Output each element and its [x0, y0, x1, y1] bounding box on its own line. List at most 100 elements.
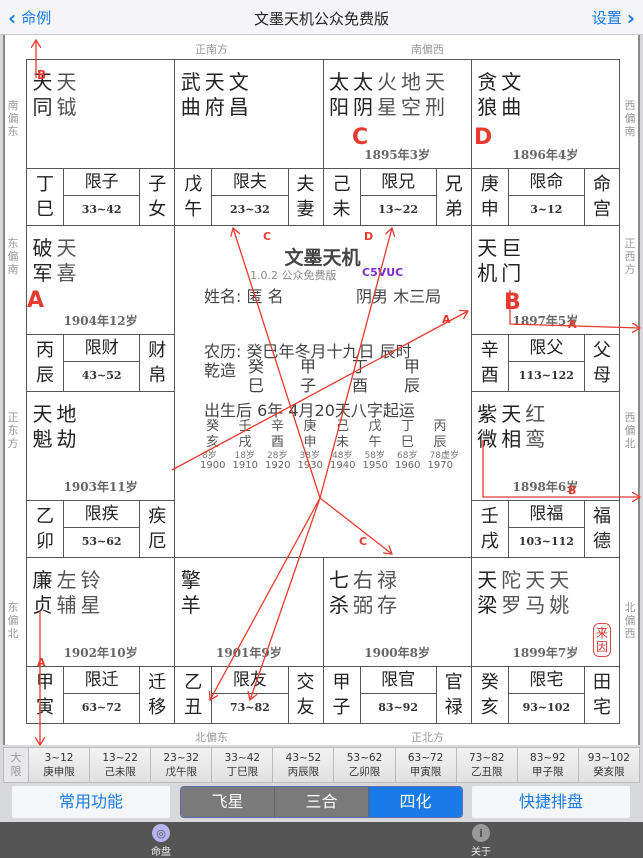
direction-label: 南偏东 [7, 99, 19, 138]
palace-zi[interactable]: 七杀右 弼禄存 1900年8岁 甲子 限官 83~92 官禄 [322, 557, 472, 724]
tab-bar: ◎ 命盘 i 关于 [0, 822, 643, 858]
palace-footer: 己未 限兄 13~22 兄弟 [323, 168, 471, 225]
star: 七杀 [329, 568, 350, 617]
quick-chart-button[interactable]: 快捷排盘 [472, 786, 630, 818]
limit-label: 限兄 [360, 169, 436, 196]
limit-label: 限官 [360, 667, 436, 694]
palace-footer: 乙卯 限疾 53~62 疾厄 [27, 500, 175, 557]
star: 地空 [401, 70, 422, 119]
palace-mao[interactable]: 天魁地劫 1903年11岁 乙卯 限疾 53~62 疾厄 [26, 391, 176, 558]
palace-ganzhi: 甲子 [324, 667, 361, 723]
palace-year: 1895年3岁 [364, 148, 430, 162]
limit-label: 限财 [64, 335, 140, 362]
daxian-item[interactable]: 43~52 丙辰限 [273, 748, 335, 782]
star: 天姚 [549, 568, 571, 617]
limit-label: 限子 [64, 169, 140, 196]
limit-ages: 83~92 [378, 701, 419, 714]
palace-hai[interactable]: 天梁陀 罗天 马天姚 1899年7岁来因 癸亥 限宅 93~102 田宅 [470, 557, 620, 724]
palace-ganzhi: 戊午 [175, 169, 213, 225]
palace-ganzhi: 乙丑 [175, 667, 213, 723]
palace-limit: 限命 3~12 [508, 169, 585, 225]
info-icon: i [472, 824, 490, 842]
daxian-item[interactable]: 13~22 己未限 [90, 748, 152, 782]
limit-ages: 73~82 [229, 701, 270, 714]
palace-ganzhi: 癸亥 [472, 667, 509, 723]
palace-footer: 丁巳 限子 33~42 子女 [27, 168, 175, 225]
star: 陀罗 [501, 568, 523, 617]
palace-limit: 限子 33~42 [64, 169, 141, 225]
direction-label: 正北方 [411, 731, 444, 744]
palace-name: 夫妻 [296, 174, 315, 220]
daxian-item[interactable]: 83~92 甲子限 [517, 748, 579, 782]
star: 天府 [204, 70, 226, 119]
palace-footer: 壬戌 限福 103~112 福德 [471, 500, 619, 557]
daxian-item[interactable]: 93~102 癸亥限 [578, 748, 639, 782]
palace-year: 1903年11岁 [63, 480, 138, 494]
palace-limit: 限福 103~112 [508, 501, 585, 557]
palace-name: 兄弟 [444, 174, 463, 220]
palace-name: 父母 [593, 340, 611, 386]
daxian-item[interactable]: 23~32 戊午限 [151, 748, 213, 782]
tab-mingpan[interactable]: ◎ 命盘 [131, 824, 191, 858]
disc-icon: ◎ [152, 824, 170, 842]
daxian-label: 大限 [4, 748, 29, 782]
common-functions-button[interactable]: 常用功能 [12, 786, 170, 818]
star: 太阴 [353, 70, 374, 119]
direction-label: 正西方 [624, 237, 636, 276]
star: 武曲 [180, 70, 202, 119]
palace-name: 交友 [296, 672, 315, 718]
bazi-branch: 酉 [352, 376, 369, 395]
direction-label: 东偏南 [7, 237, 19, 276]
palace-ganzhi: 己未 [324, 169, 361, 225]
star: 天同 [32, 70, 54, 119]
bazi-stem: 丁 [352, 357, 369, 376]
settings-button[interactable]: 设置 › [592, 7, 635, 28]
direction-label: 北偏西 [624, 601, 636, 640]
palace-si[interactable]: 天同天钺 丁巳 限子 33~42 子女 [26, 59, 176, 226]
palace-year: 1898年6岁 [512, 480, 579, 494]
limit-label: 限迁 [64, 667, 140, 694]
chart-board: 正南方 南偏西 北偏东 正北方 南偏东 东偏南 正东方 东偏北 西偏南 正西方 … [3, 35, 640, 745]
bazi-branch: 巳 [248, 376, 265, 395]
star: 左辅 [56, 568, 78, 617]
palace-year: 1902年10岁 [63, 646, 138, 660]
palace-wei[interactable]: 太阳太 阴火 星地 空天刑 1895年3岁 己未 限兄 13~22 兄弟 [322, 59, 472, 226]
tab-sihua[interactable]: 四化 [369, 787, 462, 817]
palace-chen[interactable]: 破军天喜 1904年12岁 丙辰 限财 43~52 财帛 [26, 225, 176, 392]
star: 破军 [32, 236, 54, 285]
star: 廉贞 [32, 568, 54, 617]
palace-xu[interactable]: 紫微天 相红鸾 1898年6岁 壬戌 限福 103~112 福德 [470, 391, 620, 558]
direction-label: 西偏南 [624, 99, 636, 138]
palace-chou[interactable]: 擎羊 1901年9岁 乙丑 限友 73~82 交友 [174, 557, 324, 724]
dayun-year: 1920 [265, 460, 291, 471]
settings-label: 设置 [591, 9, 622, 27]
tab-sanhe[interactable]: 三合 [275, 787, 369, 817]
version-label: 1.0.2 公众免费版 [250, 269, 337, 282]
star: 天马 [525, 568, 547, 617]
palace-yin[interactable]: 廉贞左 辅铃星 1902年10岁 甲寅 限迁 63~72 迁移 [26, 557, 176, 724]
tab-feixing[interactable]: 飞星 [181, 787, 275, 817]
star: 巨门 [501, 236, 523, 285]
dayun-year: 1970 [427, 460, 453, 471]
daxian-item[interactable]: 33~42 丁巳限 [212, 748, 274, 782]
star: 红鸾 [525, 402, 547, 451]
daxian-item[interactable]: 63~72 甲寅限 [395, 748, 457, 782]
center-info: 文墨天机 1.0.2 公众免费版 C5VUC 姓名: 匿 名 阴男 木三局 农历… [174, 225, 471, 557]
tab-about[interactable]: i 关于 [451, 824, 511, 858]
palace-name: 子女 [148, 174, 167, 220]
daxian-item[interactable]: 73~82 乙丑限 [456, 748, 518, 782]
limit-ages: 53~62 [81, 535, 122, 548]
star-list: 贪狼文曲 [476, 70, 524, 120]
dayun-year: 1930 [297, 460, 323, 471]
palace-wu[interactable]: 武曲天 府文昌 戊午 限夫 23~32 夫妻 [174, 59, 324, 226]
direction-label: 北偏东 [195, 731, 228, 744]
dayun-year: 1960 [395, 460, 421, 471]
limit-ages: 3~12 [530, 203, 563, 216]
daxian-item[interactable]: 3~12 庚申限 [29, 748, 91, 782]
daxian-item[interactable]: 53~62 乙卯限 [334, 748, 396, 782]
star: 天喜 [56, 236, 78, 285]
palace-limit: 限财 43~52 [64, 335, 141, 391]
limit-ages: 63~72 [81, 701, 122, 714]
palace-shen[interactable]: 贪狼文曲 1896年4岁 庚申 限命 3~12 命宫 [470, 59, 620, 226]
palace-you[interactable]: 天机巨门 1897年5岁 辛酉 限父 113~122 父母 [470, 225, 620, 392]
